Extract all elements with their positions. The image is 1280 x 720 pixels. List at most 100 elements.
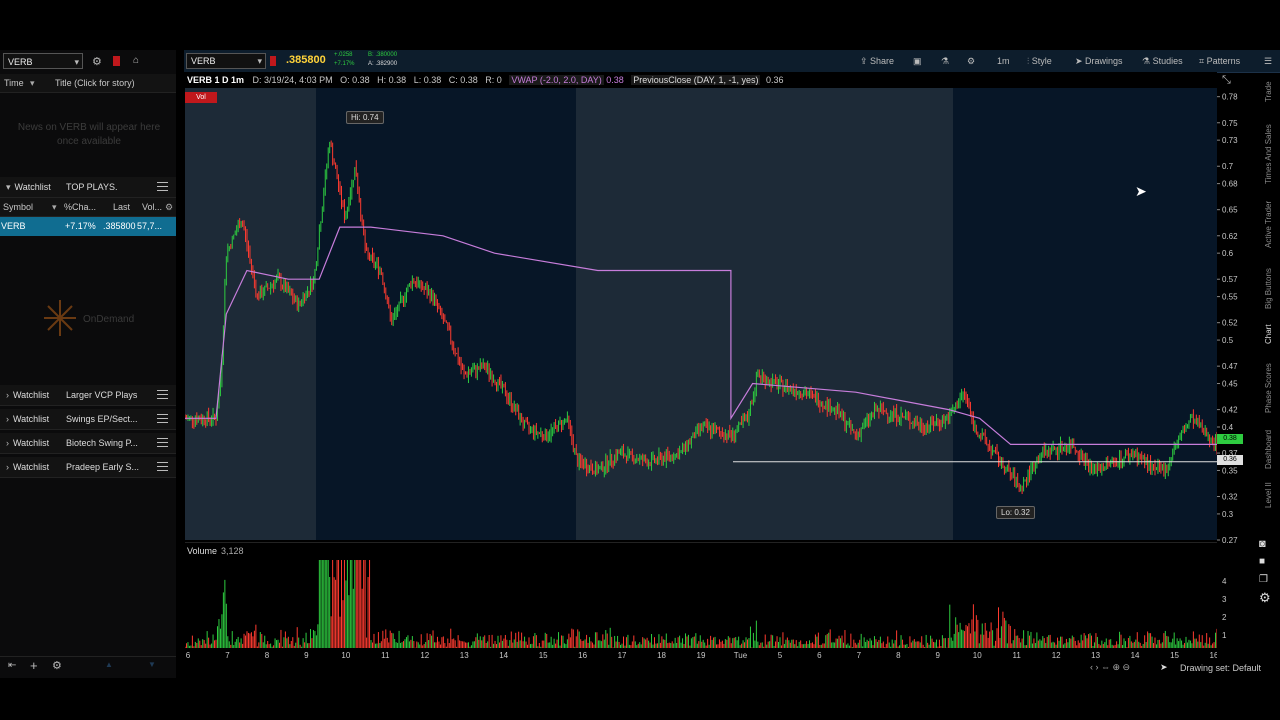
ondemand-label[interactable]: OnDemand bbox=[83, 314, 134, 325]
volume-tick-label: 1 bbox=[1222, 631, 1227, 640]
y-tick-label: 0.27 bbox=[1222, 536, 1238, 545]
drawings-label: Drawings bbox=[1085, 56, 1123, 66]
y-tick-label: 0.75 bbox=[1222, 119, 1238, 128]
bar-open: O: 0.38 bbox=[340, 75, 370, 85]
col-last[interactable]: Last bbox=[113, 198, 130, 216]
col-change[interactable]: %Cha... bbox=[64, 198, 96, 216]
chevron-down-icon[interactable]: ▾ bbox=[257, 54, 262, 68]
ondemand-logo[interactable] bbox=[42, 298, 80, 338]
x-tick-label: 6 bbox=[817, 651, 822, 660]
gear-icon[interactable]: ⚙ bbox=[52, 659, 62, 672]
gear-icon[interactable]: ⚙ bbox=[165, 198, 173, 216]
menu-icon[interactable]: ☰ bbox=[1264, 50, 1272, 72]
share-button[interactable]: ⇪ Share bbox=[860, 50, 894, 72]
y-tick-label: 0.62 bbox=[1222, 232, 1238, 241]
left-symbol-text: VERB bbox=[8, 57, 33, 67]
watchlist-label: Watchlist bbox=[13, 438, 50, 448]
tab-phase-scores[interactable]: Phase Scores bbox=[1264, 363, 1273, 413]
menu-icon[interactable] bbox=[157, 414, 168, 423]
collapse-icon[interactable]: ⇤ bbox=[8, 660, 16, 671]
add-icon[interactable]: + bbox=[30, 658, 38, 673]
time-axis[interactable]: 6 7 8 9 10 11 12 13 14 15 16 17 18 19 Tue 5 6 7 8 9 10 11 12 13… bbox=[185, 648, 1219, 662]
copy-icon[interactable]: ❐ bbox=[1259, 574, 1268, 585]
price-change: +.0258 bbox=[334, 52, 353, 58]
scroll-down-icon[interactable]: ▼ bbox=[148, 660, 156, 669]
vwap-value: 0.38 bbox=[606, 75, 624, 85]
chevron-down-icon[interactable]: ▾ bbox=[74, 54, 79, 70]
watchlist-name[interactable]: Pradeep Early S... bbox=[66, 457, 139, 477]
watchlist-collapsed[interactable]: › Watchlist Biotech Swing P... bbox=[0, 433, 176, 454]
watchlist-name[interactable]: Swings EP/Sect... bbox=[66, 409, 138, 429]
chevron-down-icon[interactable]: ▾ bbox=[30, 78, 35, 89]
watchlist-name[interactable]: Biotech Swing P... bbox=[66, 433, 138, 453]
tab-chart[interactable]: Chart bbox=[1264, 324, 1273, 344]
chevron-right-icon[interactable]: › bbox=[6, 433, 9, 453]
watchlist-collapsed[interactable]: › Watchlist Swings EP/Sect... bbox=[0, 409, 176, 430]
x-tick-label: 17 bbox=[618, 651, 627, 660]
gear-icon[interactable]: ⚙ bbox=[967, 50, 975, 72]
tab-level-ii[interactable]: Level II bbox=[1264, 482, 1273, 508]
vwap-study-label[interactable]: VWAP (-2.0, 2.0, DAY) bbox=[509, 75, 604, 85]
y-tick-label: 0.3 bbox=[1222, 510, 1234, 519]
chevron-down-icon[interactable]: ▾ bbox=[52, 198, 57, 216]
col-symbol[interactable]: Symbol bbox=[3, 198, 33, 216]
tag-icon[interactable]: ⌂ bbox=[133, 55, 139, 66]
flex-grid-icon[interactable]: ▣ bbox=[913, 50, 922, 72]
watchlist-name[interactable]: Larger VCP Plays bbox=[66, 385, 137, 405]
cursor-icon[interactable]: ➤ bbox=[1160, 662, 1168, 673]
tab-big-buttons[interactable]: Big Buttons bbox=[1264, 268, 1273, 309]
price-chart[interactable]: Vol Hi: 0.74 Lo: 0.32 ➤ bbox=[184, 88, 1218, 540]
chevron-right-icon[interactable]: › bbox=[6, 385, 9, 405]
price-axis[interactable]: 0.78 0.75 0.73 0.7 0.68 0.65 0.62 0.6 0.57 0.55 0.… bbox=[1217, 88, 1259, 658]
ondemand-icon bbox=[44, 300, 76, 336]
watchlist-collapsed[interactable]: › Watchlist Pradeep Early S... bbox=[0, 457, 176, 478]
watchlist-collapsed[interactable]: › Watchlist Larger VCP Plays bbox=[0, 385, 176, 406]
chevron-right-icon[interactable]: › bbox=[6, 409, 9, 429]
menu-icon[interactable] bbox=[157, 390, 168, 399]
menu-icon[interactable] bbox=[157, 462, 168, 471]
prevclose-study-label[interactable]: PreviousClose (DAY, 1, -1, yes) bbox=[631, 75, 761, 85]
price-chart-svg bbox=[184, 88, 1218, 540]
gear-icon[interactable]: ⚙ bbox=[1259, 590, 1271, 606]
col-volume[interactable]: Vol... bbox=[142, 198, 162, 216]
news-time-header[interactable]: Time bbox=[4, 78, 24, 88]
link-color-icon[interactable] bbox=[270, 56, 276, 66]
news-title-header[interactable]: Title (Click for story) bbox=[55, 78, 135, 88]
chart-symbol-input[interactable]: VERB ▾ bbox=[186, 53, 266, 69]
collapse-icon[interactable]: ⤡ bbox=[1222, 74, 1231, 87]
flask-icon: ⚗ bbox=[1142, 56, 1153, 66]
scroll-up-icon[interactable]: ▲ bbox=[105, 660, 113, 669]
chevron-right-icon[interactable]: › bbox=[6, 457, 9, 477]
flask-icon[interactable]: ⚗ bbox=[941, 50, 949, 72]
chevron-down-icon[interactable]: ▾ bbox=[6, 177, 11, 197]
tab-times-and-sales[interactable]: Times And Sales bbox=[1264, 124, 1273, 184]
camera-icon[interactable]: ◙ bbox=[1259, 538, 1266, 550]
scroll-arrows-icon[interactable]: ‹ › ⇔ ⊕ ⊖ bbox=[1090, 662, 1130, 673]
drawing-set-status[interactable]: Drawing set: Default bbox=[1180, 663, 1261, 673]
studies-button[interactable]: ⚗ Studies bbox=[1142, 50, 1183, 72]
drawings-button[interactable]: ➤ Drawings bbox=[1075, 50, 1123, 72]
gear-icon[interactable]: ⚙ bbox=[92, 55, 102, 68]
tab-dashboard[interactable]: Dashboard bbox=[1264, 430, 1273, 469]
link-color-icon[interactable] bbox=[113, 56, 120, 66]
chart-title[interactable]: VERB 1 D 1m bbox=[187, 75, 244, 85]
watchlist-name[interactable]: TOP PLAYS. bbox=[66, 177, 118, 197]
patterns-icon: ⌗ bbox=[1199, 56, 1207, 66]
chart-symbol-text: VERB bbox=[191, 56, 216, 66]
studies-label: Studies bbox=[1152, 56, 1183, 66]
style-button[interactable]: ⫶ Style bbox=[1027, 50, 1052, 72]
volume-label[interactable]: Volume bbox=[187, 546, 217, 556]
video-icon[interactable]: ■ bbox=[1259, 556, 1265, 567]
tab-active-trader[interactable]: Active Trader bbox=[1264, 201, 1273, 248]
volume-chart[interactable] bbox=[184, 558, 1218, 648]
left-symbol-input[interactable]: VERB ▾ bbox=[3, 53, 83, 69]
table-row[interactable]: VERB +7.17% .385800 57,7... bbox=[0, 217, 176, 236]
menu-icon[interactable] bbox=[157, 182, 168, 191]
x-tick-label: 10 bbox=[973, 651, 982, 660]
patterns-button[interactable]: ⌗ Patterns bbox=[1199, 50, 1240, 72]
menu-icon[interactable] bbox=[157, 438, 168, 447]
row-change: +7.17% bbox=[65, 221, 96, 231]
watchlist-main-header[interactable]: ▾ Watchlist TOP PLAYS. bbox=[0, 177, 176, 198]
tab-trade[interactable]: Trade bbox=[1264, 81, 1273, 102]
timeframe-button[interactable]: 1m bbox=[997, 50, 1010, 72]
